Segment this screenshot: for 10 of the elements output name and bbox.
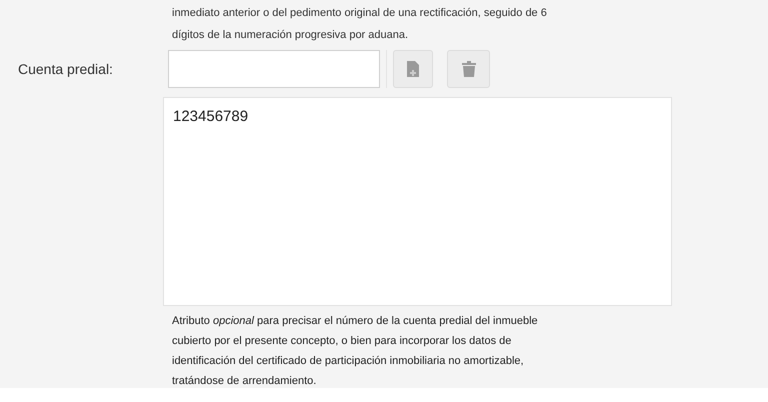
entries-list[interactable]: 123456789 xyxy=(163,97,672,306)
list-item[interactable]: 123456789 xyxy=(173,106,662,128)
help-text: inmediato anterior o del pedimento original de una rectificación, seguido de 6 dígitos de la numeración progresiva por aduana. xyxy=(172,6,547,43)
delete-button[interactable] xyxy=(447,50,490,88)
help-text: Atributo opcional para precisar el número de la cuenta predial del inmueble cubierto por el presente concepto, o bien para incorporar los datos de identificación del certificado de participación inmobiliaria no amortizable, tratándose de arrendamiento. xyxy=(172,314,539,389)
add-file-icon xyxy=(407,61,419,77)
trash-icon xyxy=(462,61,476,77)
field-label: Cuenta predial: xyxy=(17,60,114,79)
add-button[interactable] xyxy=(393,50,433,88)
input-field[interactable] xyxy=(168,50,380,88)
